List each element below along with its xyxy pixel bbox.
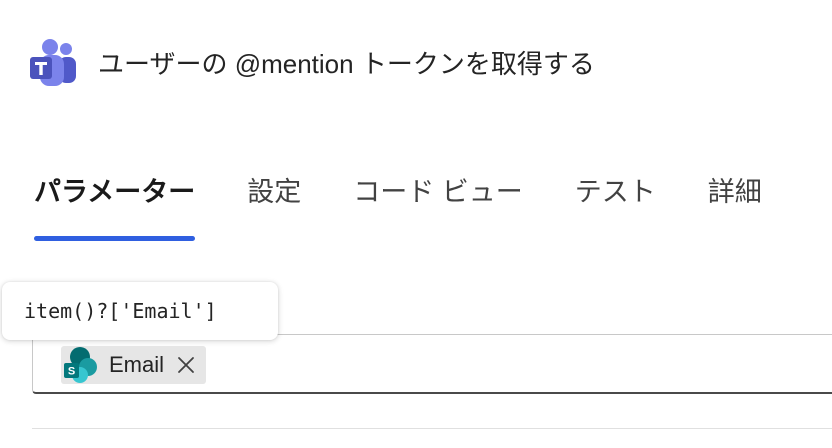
active-tab-indicator (34, 236, 196, 241)
tooltip-expression: item()?['Email'] (24, 299, 217, 323)
user-input-field[interactable]: S Email (32, 334, 832, 394)
tab-settings[interactable]: 設定 (247, 170, 301, 241)
svg-text:S: S (68, 366, 75, 378)
action-header: ユーザーの @mention トークンを取得する (28, 34, 595, 90)
tab-code-view[interactable]: コード ビュー (353, 170, 523, 241)
dynamic-content-token[interactable]: S Email (61, 346, 207, 384)
tab-label: テスト (574, 177, 656, 207)
tab-label: コード ビュー (353, 177, 523, 207)
tab-bar: パラメーター 設定 コード ビュー テスト 詳細 (34, 170, 814, 241)
token-label: Email (109, 352, 165, 377)
action-title: ユーザーの @mention トークンを取得する (98, 48, 595, 79)
tab-label: 設定 (247, 177, 302, 207)
tab-test[interactable]: テスト (575, 170, 656, 241)
expression-tooltip: item()?['Email'] (2, 282, 278, 340)
tab-label: 詳細 (707, 177, 762, 207)
close-icon[interactable] (176, 355, 196, 375)
tab-parameters[interactable]: パラメーター (34, 170, 196, 241)
tab-label: パラメーター (34, 177, 196, 207)
divider (32, 428, 832, 429)
tab-details[interactable]: 詳細 (708, 170, 762, 241)
sharepoint-icon: S (63, 346, 99, 384)
action-panel: ユーザーの @mention トークンを取得する パラメーター 設定 コード ビ… (0, 0, 832, 448)
teams-icon (28, 36, 80, 88)
